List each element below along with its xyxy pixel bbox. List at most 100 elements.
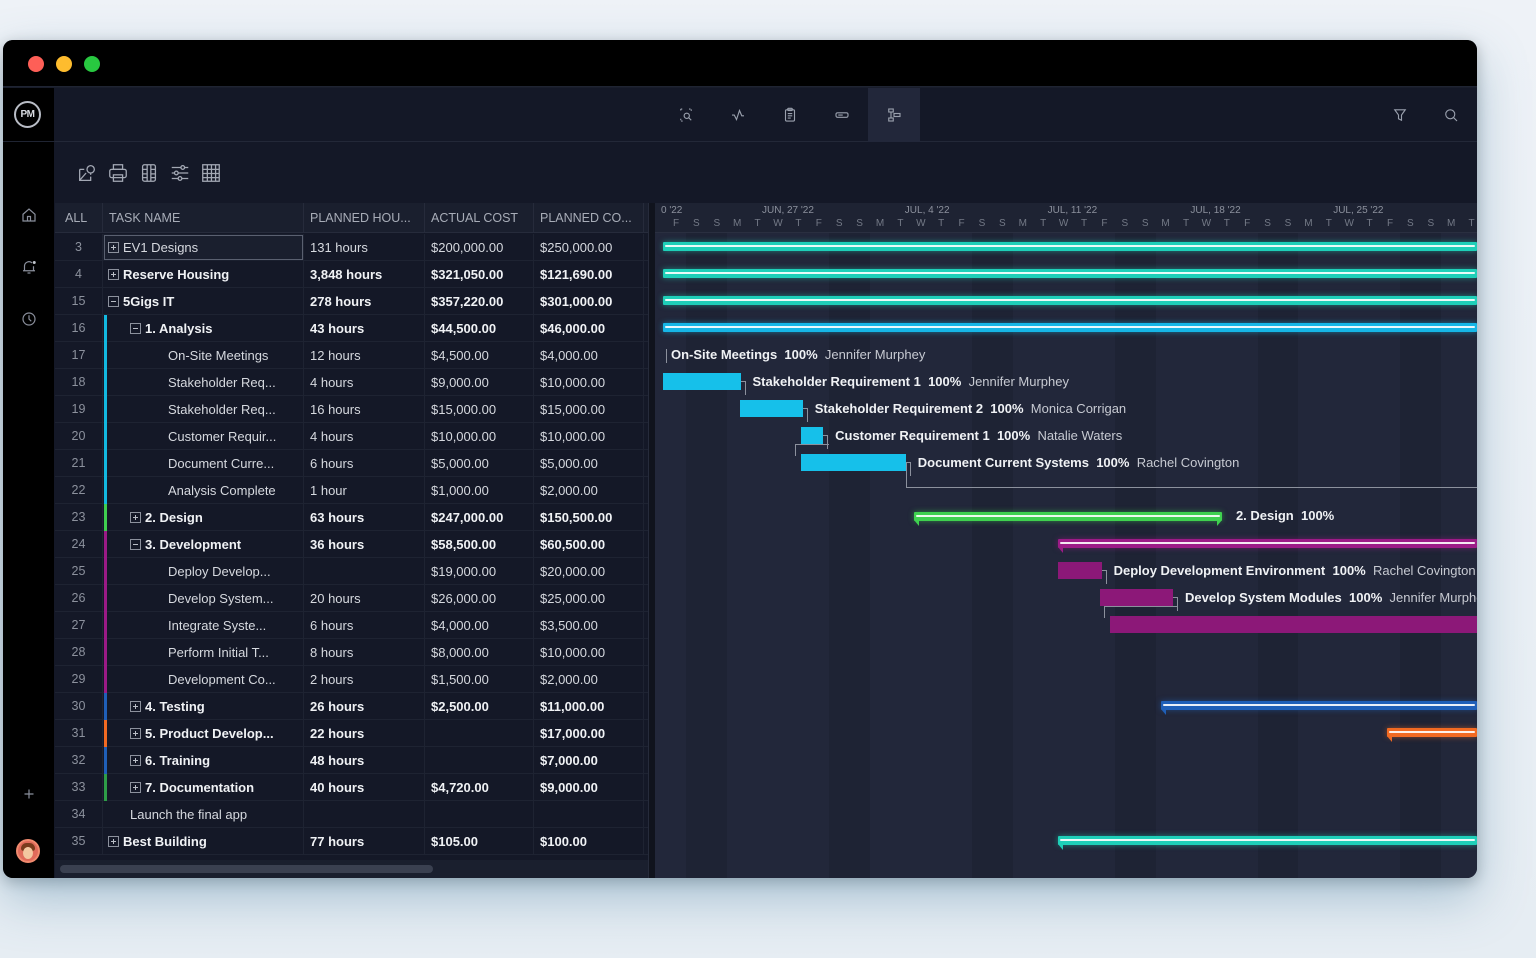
table-row[interactable]: 17 On-Site Meetings 12 hours $4,500.00 $4,00… bbox=[55, 342, 648, 369]
task-name-cell[interactable]: Customer Requir... bbox=[103, 423, 304, 450]
actual-cost-cell[interactable]: $44,500.00 bbox=[425, 315, 534, 342]
expand-icon[interactable] bbox=[108, 836, 119, 847]
expand-icon[interactable] bbox=[130, 512, 141, 523]
planned-cost-cell[interactable]: $7,000.00 bbox=[534, 747, 644, 774]
planned-cost-cell[interactable]: $15,000.00 bbox=[534, 396, 644, 423]
planned-hours-cell[interactable]: 36 hours bbox=[304, 531, 425, 558]
summary-bar[interactable] bbox=[663, 269, 1477, 278]
scrollbar-thumb[interactable] bbox=[60, 865, 433, 873]
actual-cost-cell[interactable]: $321,050.00 bbox=[425, 261, 534, 288]
collapse-icon[interactable] bbox=[130, 323, 141, 334]
actual-cost-cell[interactable]: $15,000.00 bbox=[425, 396, 534, 423]
actual-cost-cell[interactable]: $19,000.00 bbox=[425, 558, 534, 585]
task-name-cell[interactable]: Analysis Complete bbox=[103, 477, 304, 504]
portfolio-search-icon[interactable] bbox=[660, 88, 712, 142]
table-row[interactable]: 34 Launch the final app bbox=[55, 801, 648, 828]
column-header-task-name[interactable]: TASK NAME bbox=[103, 203, 304, 233]
planned-hours-cell[interactable]: 6 hours bbox=[304, 612, 425, 639]
task-name-cell[interactable]: Development Co... bbox=[103, 666, 304, 693]
planned-hours-cell[interactable]: 48 hours bbox=[304, 747, 425, 774]
column-header-planned-hours[interactable]: PLANNED HOU... bbox=[304, 203, 425, 233]
table-row[interactable]: 15 5Gigs IT 278 hours $357,220.00 $301,000.0… bbox=[55, 288, 648, 315]
planned-cost-cell[interactable]: $60,500.00 bbox=[534, 531, 644, 558]
task-name-cell[interactable]: On-Site Meetings bbox=[103, 342, 304, 369]
collapse-icon[interactable] bbox=[130, 539, 141, 550]
actual-cost-cell[interactable]: $2,500.00 bbox=[425, 693, 534, 720]
close-window-button[interactable] bbox=[28, 56, 44, 72]
expand-icon[interactable] bbox=[108, 269, 119, 280]
home-icon[interactable] bbox=[3, 200, 55, 230]
actual-cost-cell[interactable]: $105.00 bbox=[425, 828, 534, 855]
summary-bar[interactable] bbox=[1160, 701, 1477, 715]
actual-cost-cell[interactable]: $4,500.00 bbox=[425, 342, 534, 369]
table-row[interactable]: 22 Analysis Complete 1 hour $1,000.00 $2,000… bbox=[55, 477, 648, 504]
planned-hours-cell[interactable]: 12 hours bbox=[304, 342, 425, 369]
planned-hours-cell[interactable]: 278 hours bbox=[304, 288, 425, 315]
table-row[interactable]: 28 Perform Initial T... 8 hours $8,000.00 $1… bbox=[55, 639, 648, 666]
planned-cost-cell[interactable]: $10,000.00 bbox=[534, 639, 644, 666]
planned-cost-cell[interactable]: $11,000.00 bbox=[534, 693, 644, 720]
planned-cost-cell[interactable]: $5,000.00 bbox=[534, 450, 644, 477]
task-bar[interactable] bbox=[663, 373, 741, 390]
planned-hours-cell[interactable]: 3,848 hours bbox=[304, 261, 425, 288]
table-row[interactable]: 29 Development Co... 2 hours $1,500.00 $2,00… bbox=[55, 666, 648, 693]
planned-hours-cell[interactable]: 16 hours bbox=[304, 396, 425, 423]
table-row[interactable]: 18 Stakeholder Req... 4 hours $9,000.00 $10,… bbox=[55, 369, 648, 396]
planned-hours-cell[interactable]: 77 hours bbox=[304, 828, 425, 855]
expand-icon[interactable] bbox=[130, 782, 141, 793]
task-name-cell[interactable]: 6. Training bbox=[103, 747, 304, 774]
task-name-cell[interactable]: Best Building bbox=[103, 828, 304, 855]
actual-cost-cell[interactable]: $4,720.00 bbox=[425, 774, 534, 801]
task-name-cell[interactable]: 4. Testing bbox=[103, 693, 304, 720]
filter-icon[interactable] bbox=[1374, 88, 1426, 142]
planned-cost-cell[interactable]: $46,000.00 bbox=[534, 315, 644, 342]
table-row[interactable]: 24 3. Development 36 hours $58,500.00 $60,50… bbox=[55, 531, 648, 558]
task-name-cell[interactable]: Document Curre... bbox=[103, 450, 304, 477]
dashboard-icon[interactable] bbox=[712, 88, 764, 142]
planned-cost-cell[interactable]: $100.00 bbox=[534, 828, 644, 855]
task-bar[interactable] bbox=[1057, 562, 1102, 579]
planned-hours-cell[interactable]: 4 hours bbox=[304, 423, 425, 450]
planned-cost-cell[interactable]: $121,690.00 bbox=[534, 261, 644, 288]
actual-cost-cell[interactable]: $26,000.00 bbox=[425, 585, 534, 612]
app-logo[interactable]: PM bbox=[14, 101, 41, 128]
summary-bar[interactable] bbox=[1057, 836, 1477, 850]
table-row[interactable]: 19 Stakeholder Req... 16 hours $15,000.00 $1… bbox=[55, 396, 648, 423]
planned-cost-cell[interactable]: $3,500.00 bbox=[534, 612, 644, 639]
collapse-icon[interactable] bbox=[108, 296, 119, 307]
planned-cost-cell[interactable]: $20,000.00 bbox=[534, 558, 644, 585]
planned-hours-cell[interactable]: 131 hours bbox=[304, 234, 425, 261]
list-icon[interactable] bbox=[764, 88, 816, 142]
columns-icon[interactable] bbox=[136, 160, 162, 186]
avatar[interactable] bbox=[16, 839, 40, 863]
task-name-cell[interactable]: 5Gigs IT bbox=[103, 288, 304, 315]
actual-cost-cell[interactable]: $247,000.00 bbox=[425, 504, 534, 531]
planned-hours-cell[interactable]: 40 hours bbox=[304, 774, 425, 801]
planned-cost-cell[interactable]: $150,500.00 bbox=[534, 504, 644, 531]
task-name-cell[interactable]: 5. Product Develop... bbox=[103, 720, 304, 747]
actual-cost-cell[interactable]: $58,500.00 bbox=[425, 531, 534, 558]
actual-cost-cell[interactable] bbox=[425, 747, 534, 774]
gantt-icon[interactable] bbox=[868, 88, 920, 142]
planned-hours-cell[interactable]: 2 hours bbox=[304, 666, 425, 693]
expand-icon[interactable] bbox=[130, 728, 141, 739]
planned-cost-cell[interactable]: $9,000.00 bbox=[534, 774, 644, 801]
task-bar[interactable] bbox=[800, 427, 824, 444]
expand-icon[interactable] bbox=[130, 755, 141, 766]
planned-hours-cell[interactable]: 1 hour bbox=[304, 477, 425, 504]
actual-cost-cell[interactable]: $4,000.00 bbox=[425, 612, 534, 639]
table-row[interactable]: 20 Customer Requir... 4 hours $10,000.00 $10… bbox=[55, 423, 648, 450]
task-name-cell[interactable]: 1. Analysis bbox=[103, 315, 304, 342]
settings-sliders-icon[interactable] bbox=[167, 160, 193, 186]
summary-bar[interactable] bbox=[663, 242, 1477, 251]
actual-cost-cell[interactable] bbox=[425, 720, 534, 747]
search-icon[interactable] bbox=[1425, 88, 1477, 142]
planned-cost-cell[interactable]: $250,000.00 bbox=[534, 234, 644, 261]
board-icon[interactable] bbox=[816, 88, 868, 142]
planned-hours-cell[interactable]: 26 hours bbox=[304, 693, 425, 720]
summary-bar[interactable] bbox=[663, 323, 1477, 332]
task-name-cell[interactable]: Perform Initial T... bbox=[103, 639, 304, 666]
planned-cost-cell[interactable]: $10,000.00 bbox=[534, 369, 644, 396]
task-name-cell[interactable]: 2. Design bbox=[103, 504, 304, 531]
share-icon[interactable] bbox=[74, 160, 100, 186]
